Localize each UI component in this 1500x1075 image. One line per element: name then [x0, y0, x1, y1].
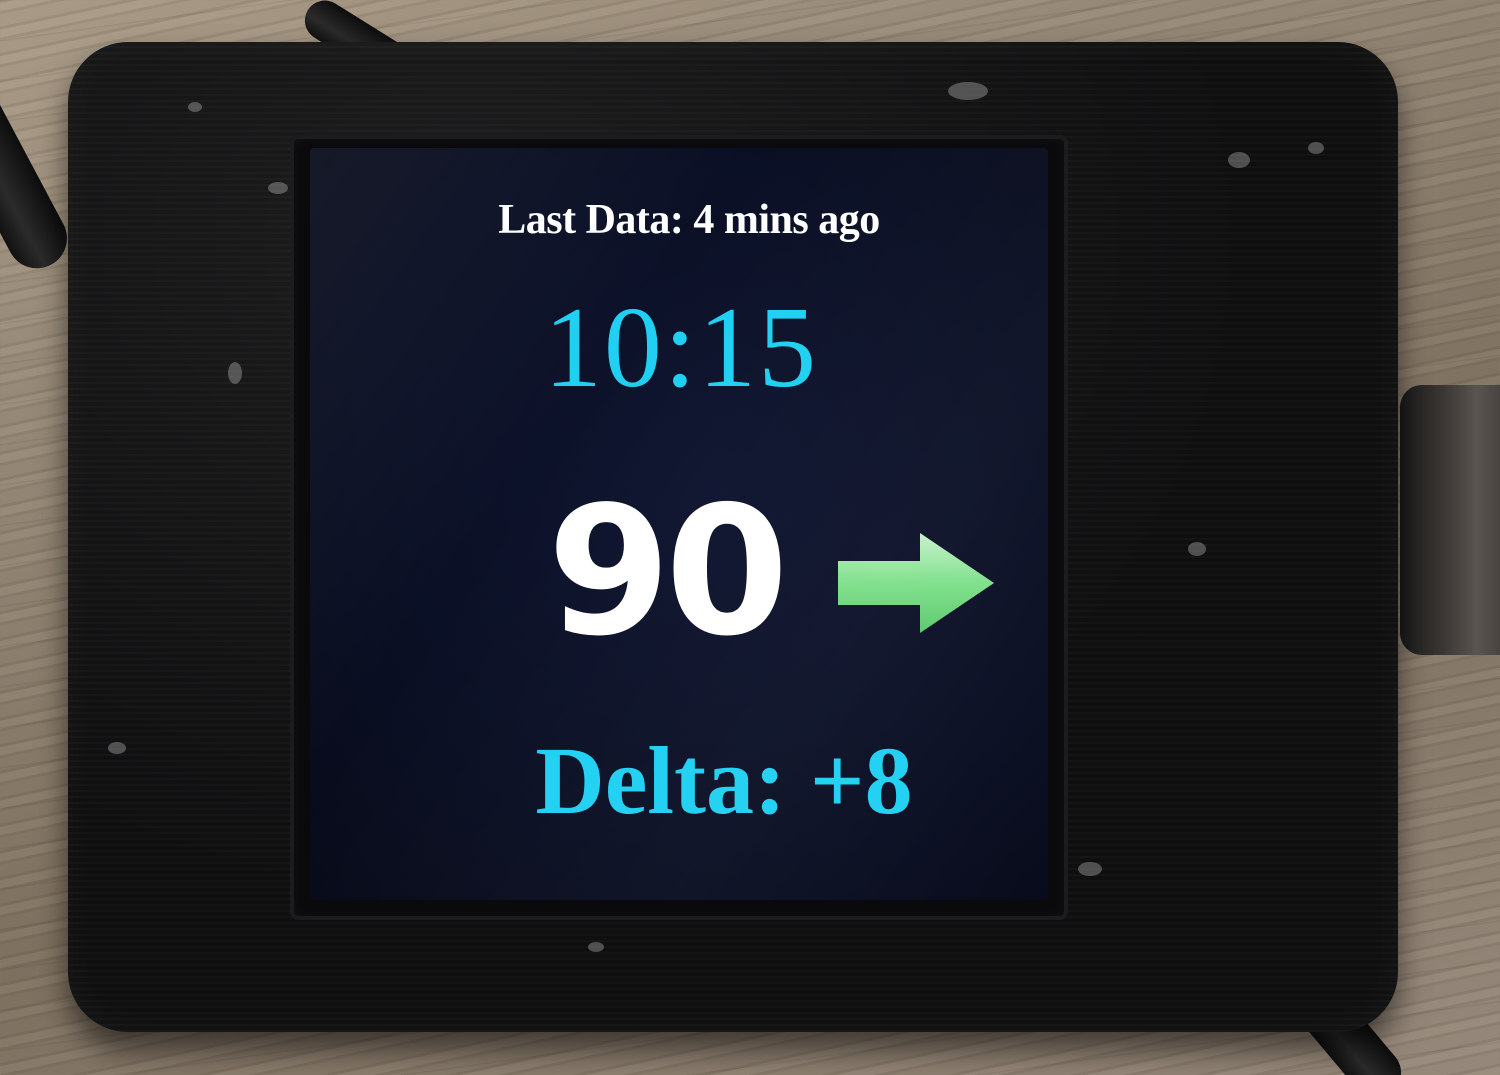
case-speck: [1188, 542, 1206, 556]
last-data-label: Last Data: 4 mins ago: [498, 197, 880, 243]
glucose-value: 90: [547, 468, 789, 675]
case-speck: [228, 362, 242, 384]
delta-label: Delta: +8: [535, 727, 913, 834]
case-speck: [1228, 152, 1250, 168]
usb-plug: [1400, 385, 1500, 655]
case-speck: [948, 82, 988, 100]
case-speck: [588, 942, 604, 952]
clock-time: 10:15: [543, 284, 819, 412]
case-speck: [1078, 862, 1102, 876]
case-speck: [1308, 142, 1324, 154]
case-speck: [108, 742, 126, 754]
lcd-screen: Last Data: 4 mins ago 10:15 90 Delta: +8: [310, 148, 1048, 900]
case-speck: [268, 182, 288, 194]
case-speck: [188, 102, 202, 112]
right-arrow-icon: [838, 533, 994, 633]
